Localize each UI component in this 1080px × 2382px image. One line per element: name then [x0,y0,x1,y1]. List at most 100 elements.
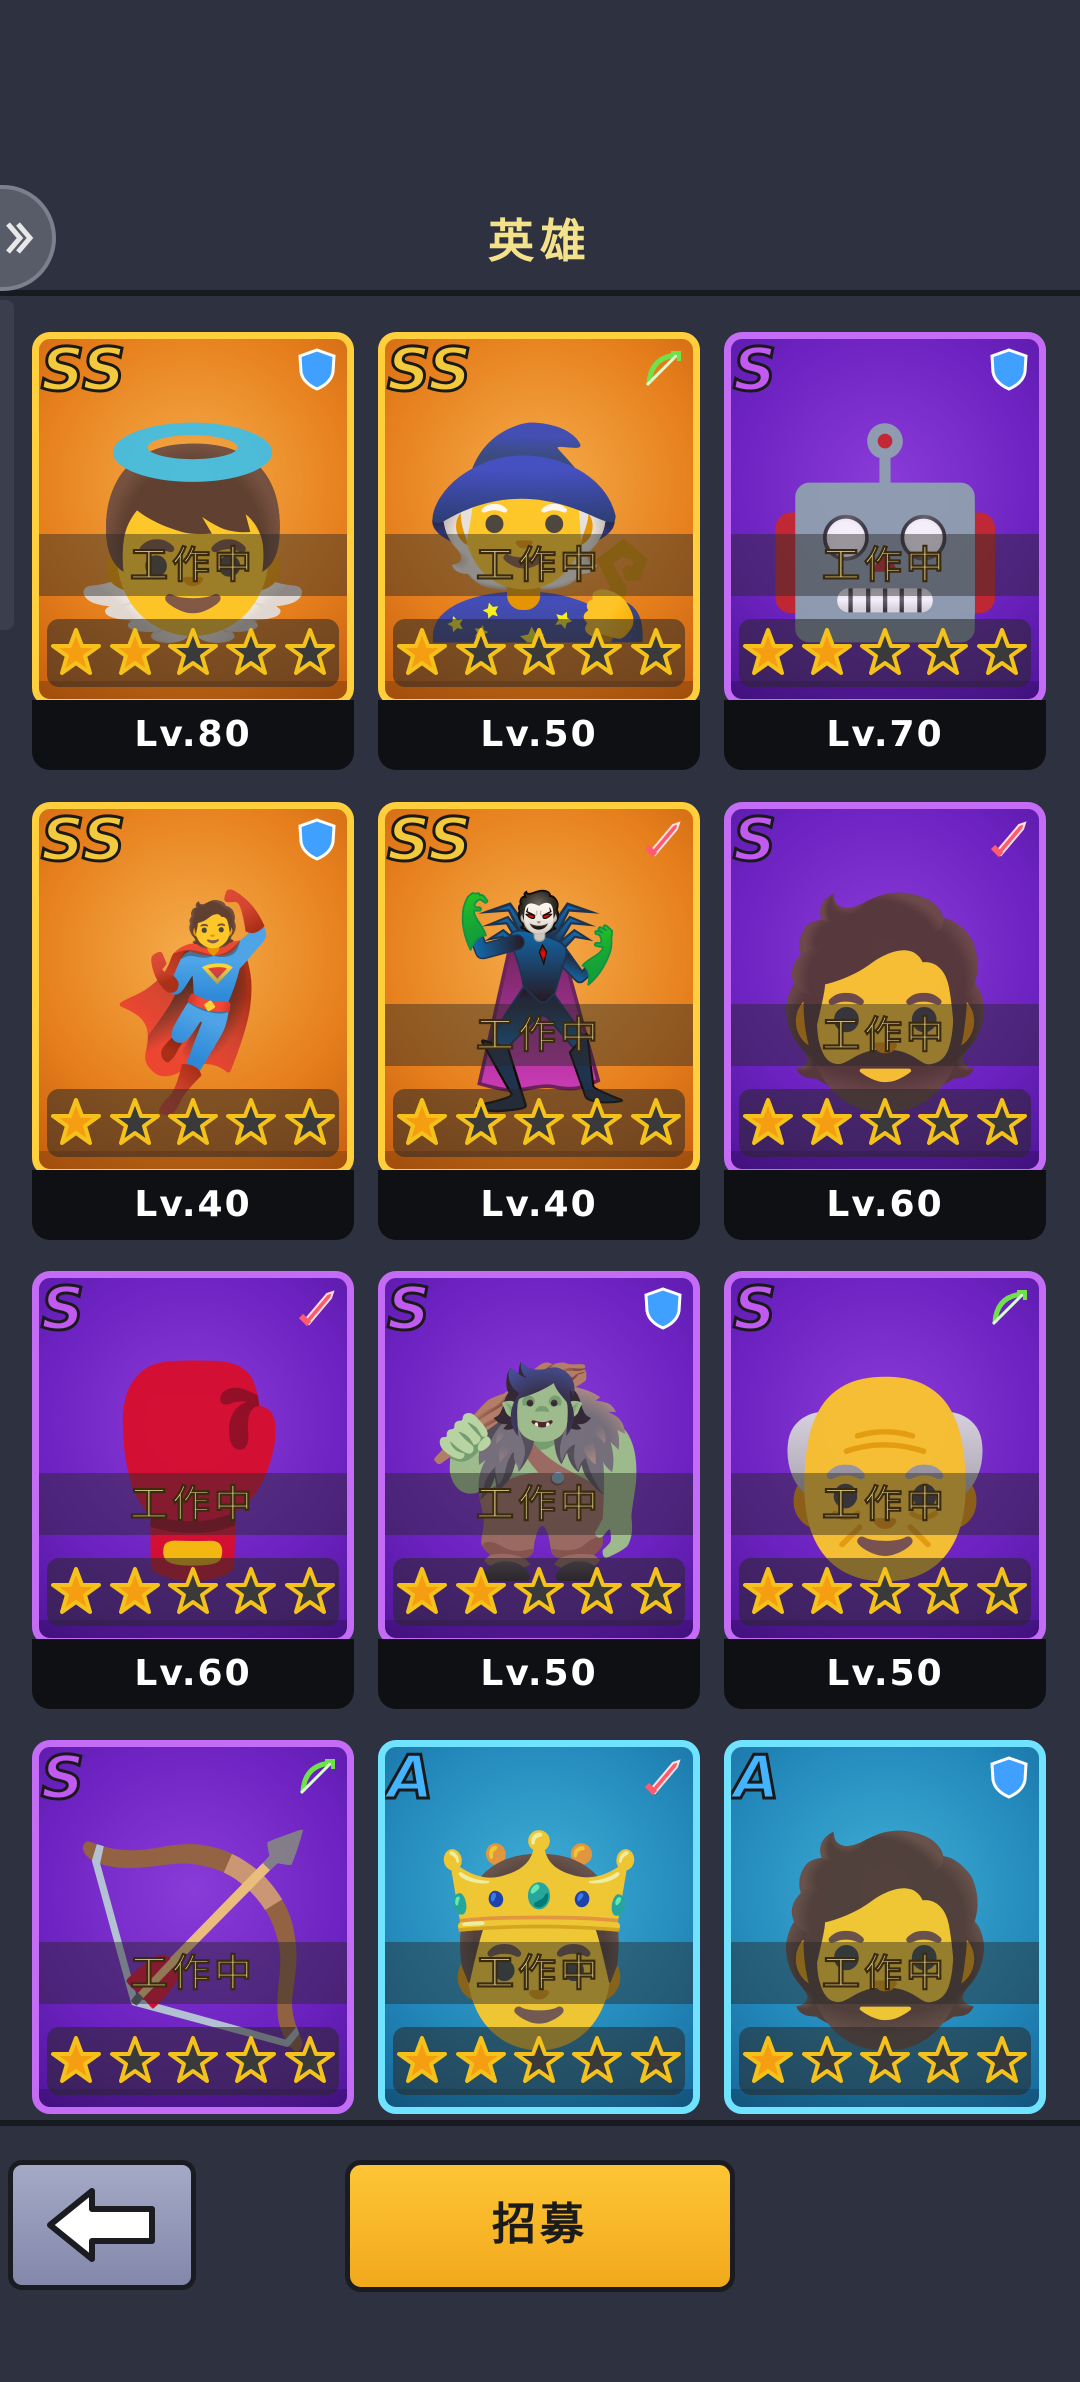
hero-card[interactable]: 👴 S 工作中 Lv.50 [724,1271,1046,1721]
star-empty-icon [918,1567,969,1614]
star-empty-icon [284,1098,335,1145]
star-empty-icon [976,1567,1027,1614]
star-empty-icon [801,2036,852,2083]
shield-class-icon [298,818,336,861]
class-icon [295,1286,339,1330]
star-empty-icon [284,2036,335,2083]
class-icon [295,1755,339,1799]
hero-card[interactable]: 🏹 S 工作中 [32,1740,354,2118]
rank-badge: A [385,1743,434,1815]
hero-level: Lv.50 [378,700,700,770]
hero-card[interactable]: 🧔 A 工作中 [724,1740,1046,2118]
working-status: 工作中 [39,1942,347,2004]
class-icon [295,347,339,391]
working-status: 工作中 [39,1473,347,1535]
rank-badge: S [731,1274,777,1346]
hero-level: Lv.80 [32,700,354,770]
working-status: 工作中 [731,534,1039,596]
star-empty-icon [976,2036,1027,2083]
hero-card[interactable]: 👼 SS 工作中 Lv.80 [32,332,354,782]
shield-class-icon [298,348,336,391]
star-filled-icon [743,1567,794,1614]
hero-frame: 👼 SS 工作中 [32,332,354,706]
star-filled-icon [109,1567,160,1614]
star-empty-icon [226,2036,277,2083]
star-empty-icon [513,2036,564,2083]
bow-class-icon [991,1290,1027,1326]
star-rating [47,619,339,687]
hero-card[interactable]: 🦹 SS 工作中 Lv.40 [378,802,700,1252]
class-icon [987,1755,1031,1799]
star-empty-icon [284,628,335,675]
class-icon [987,347,1031,391]
class-icon [641,1755,685,1799]
hero-card[interactable]: 🤖 S 工作中 Lv.70 [724,332,1046,782]
rank-badge: SS [385,335,472,407]
hero-card[interactable]: 🧙 SS 工作中 Lv.50 [378,332,700,782]
hero-level: Lv.50 [378,1639,700,1709]
star-empty-icon [572,2036,623,2083]
class-icon [987,817,1031,861]
hero-frame: 🧌 S 工作中 [378,1271,700,1645]
working-status: 工作中 [39,534,347,596]
star-empty-icon [976,1098,1027,1145]
rank-badge: SS [39,335,126,407]
star-rating [47,1558,339,1626]
star-empty-icon [226,1098,277,1145]
star-empty-icon [513,1567,564,1614]
hero-card[interactable]: 🥊 S 工作中 Lv.60 [32,1271,354,1721]
recruit-button[interactable]: 招募 [345,2160,735,2292]
star-filled-icon [743,628,794,675]
rank-badge: SS [39,805,126,877]
hero-portrait: 🦸 [68,886,318,1120]
star-filled-icon [455,2036,506,2083]
star-filled-icon [397,628,448,675]
hero-level: Lv.60 [32,1639,354,1709]
rank-badge: S [385,1274,431,1346]
rank-badge: S [39,1274,85,1346]
star-filled-icon [397,2036,448,2083]
star-empty-icon [167,628,218,675]
hero-level: Lv.70 [724,700,1046,770]
star-rating [393,1558,685,1626]
star-filled-icon [51,1567,102,1614]
hero-frame: 🤖 S 工作中 [724,332,1046,706]
hero-card[interactable]: 🧔 S 工作中 Lv.60 [724,802,1046,1252]
hero-card[interactable]: 🤴 A 工作中 [378,1740,700,2118]
bow-class-icon [299,1759,335,1795]
hero-frame: 🧙 SS 工作中 [378,332,700,706]
star-filled-icon [109,628,160,675]
working-status: 工作中 [385,1004,693,1066]
star-empty-icon [859,1098,910,1145]
class-icon [295,817,339,861]
star-empty-icon [455,1098,506,1145]
page-title: 英雄 [488,214,592,268]
hero-level: Lv.60 [724,1170,1046,1240]
hero-card[interactable]: 🧌 S 工作中 Lv.50 [378,1271,700,1721]
star-empty-icon [859,2036,910,2083]
star-filled-icon [51,628,102,675]
star-empty-icon [167,2036,218,2083]
rank-badge: A [731,1743,780,1815]
star-rating [393,1089,685,1157]
hero-frame: 🏹 S 工作中 [32,1740,354,2114]
star-filled-icon [397,1567,448,1614]
rank-badge: SS [385,805,472,877]
star-empty-icon [572,1567,623,1614]
back-button[interactable] [8,2160,196,2290]
star-empty-icon [918,628,969,675]
star-filled-icon [51,1098,102,1145]
star-empty-icon [109,1098,160,1145]
star-rating [47,2027,339,2095]
star-empty-icon [513,1098,564,1145]
rank-badge: S [731,335,777,407]
star-empty-icon [630,628,681,675]
working-status: 工作中 [731,1942,1039,2004]
working-status: 工作中 [385,534,693,596]
hero-card[interactable]: 🦸 SS Lv.40 [32,802,354,1252]
working-status: 工作中 [385,1473,693,1535]
working-status: 工作中 [385,1942,693,2004]
shield-class-icon [644,1287,682,1330]
star-empty-icon [918,1098,969,1145]
hero-frame: 🤴 A 工作中 [378,1740,700,2114]
